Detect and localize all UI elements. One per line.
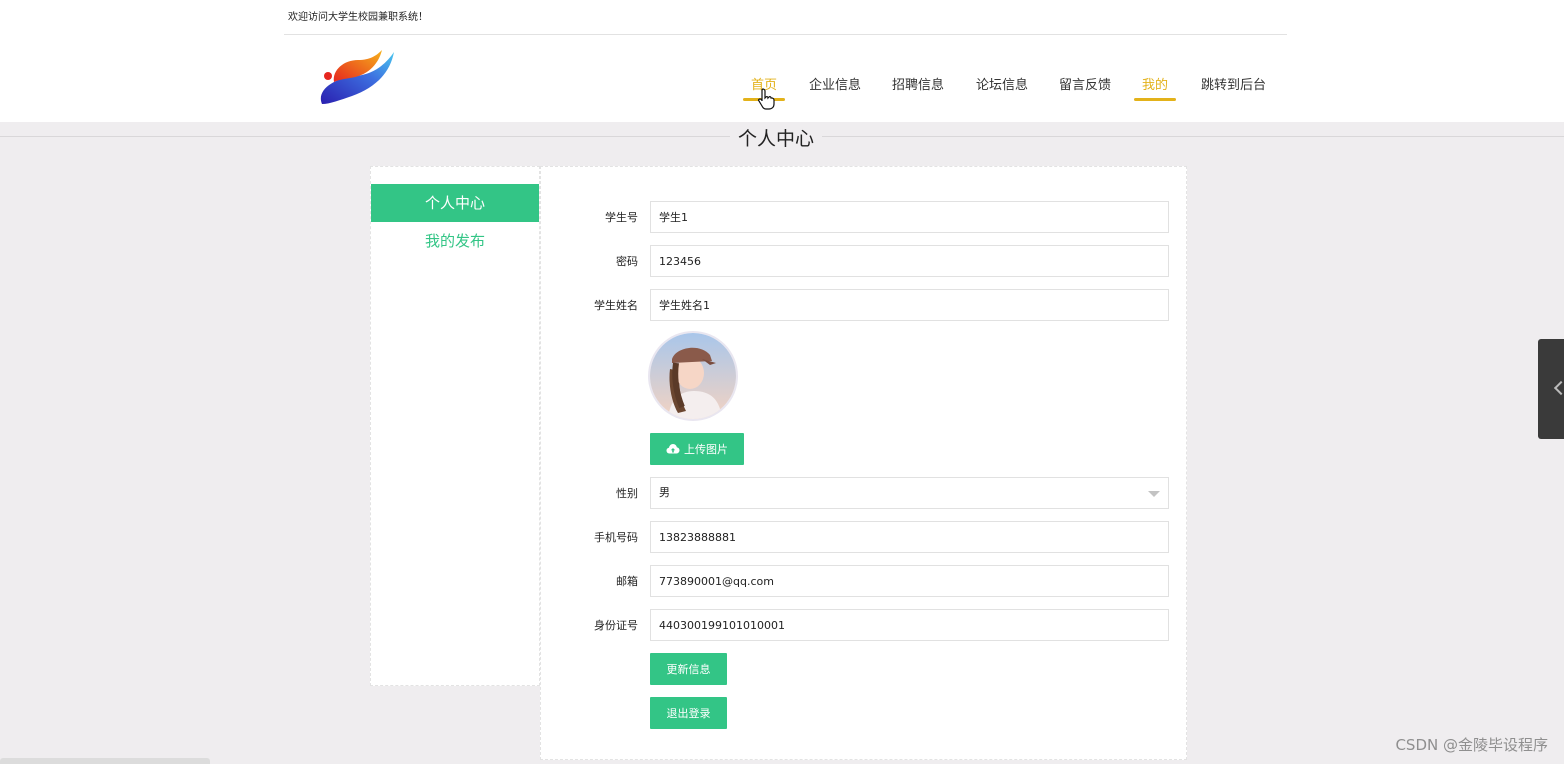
nav-feedback[interactable]: 留言反馈 [1059,74,1111,100]
nav-mine[interactable]: 我的 [1133,74,1177,101]
logout-button[interactable]: 退出登录 [650,697,727,729]
page-title: 个人中心 [730,124,823,151]
gender-label: 性别 [616,487,638,500]
chevron-left-icon [1553,380,1564,396]
phone-input[interactable] [650,521,1169,553]
id-card-label: 身份证号 [594,619,638,632]
watermark: CSDN @金陵毕设程序 [1395,736,1548,754]
sidebar-item-my-posts[interactable]: 我的发布 [371,222,539,260]
hand-cursor-icon [758,88,775,110]
form-row-phone: 手机号码 [541,521,1186,553]
main-nav: 首页 企业信息 招聘信息 论坛信息 留言反馈 我的 跳转到后台 [0,74,1564,104]
avatar-photo [650,333,736,419]
sidebar: 个人中心 我的发布 [370,166,540,686]
nav-recruitment-info[interactable]: 招聘信息 [892,74,944,100]
sidebar-item-profile[interactable]: 个人中心 [371,184,539,222]
upload-image-label: 上传图片 [684,443,728,456]
cloud-upload-icon [666,444,680,454]
form-row-id-card: 身份证号 [541,609,1186,641]
header-divider [284,34,1287,35]
student-name-input[interactable] [650,289,1169,321]
gender-select[interactable]: 男 [650,477,1169,509]
student-no-input[interactable] [650,201,1169,233]
nav-company-info[interactable]: 企业信息 [809,74,861,100]
password-input[interactable] [650,245,1169,277]
nav-forum-info[interactable]: 论坛信息 [976,74,1028,100]
email-label: 邮箱 [616,575,638,588]
student-name-label: 学生姓名 [594,299,638,312]
student-no-label: 学生号 [605,211,638,224]
email-input[interactable] [650,565,1169,597]
chevron-down-icon [1148,491,1160,497]
form-row-email: 邮箱 [541,565,1186,597]
upload-image-button[interactable]: 上传图片 [650,433,744,465]
form-row-password: 密码 [541,245,1186,277]
profile-form: 学生号 密码 学生姓名 [540,166,1187,760]
welcome-text: 欢迎访问大学生校园兼职系统！ [288,12,428,23]
side-collapse-tab[interactable] [1538,339,1564,439]
form-row-gender: 性别 男 [541,477,1186,509]
phone-label: 手机号码 [594,531,638,544]
nav-admin[interactable]: 跳转到后台 [1201,74,1266,100]
update-info-button[interactable]: 更新信息 [650,653,727,685]
form-row-student-no: 学生号 [541,201,1186,233]
password-label: 密码 [616,255,638,268]
gender-selected-value: 男 [659,486,670,499]
avatar [650,333,736,419]
horizontal-scrollbar[interactable] [0,758,210,764]
id-card-input[interactable] [650,609,1169,641]
form-row-student-name: 学生姓名 [541,289,1186,321]
